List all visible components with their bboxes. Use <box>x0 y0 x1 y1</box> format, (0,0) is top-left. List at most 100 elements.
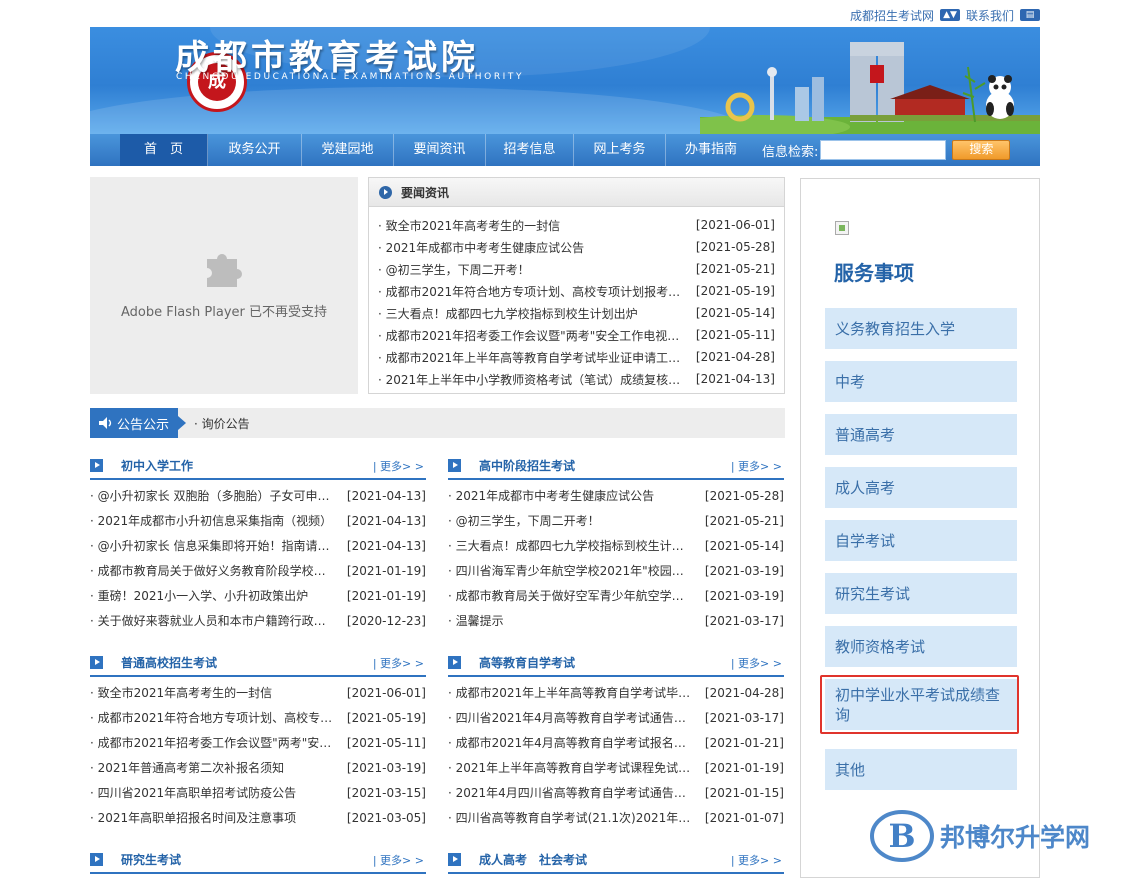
news-item[interactable]: · 成都市2021年招考委工作会议暨"两考"安全工作电视电... [2021-05… <box>378 324 775 346</box>
list-item-title[interactable]: · 四川省海军青少年航空学校2021年"校园开... <box>448 562 692 579</box>
notice-item-link[interactable]: · 询价公告 <box>194 415 250 432</box>
news-item-title[interactable]: · 成都市2021年上半年高等教育自学考试毕业证申请工作... <box>378 349 688 366</box>
news-item[interactable]: · @初三学生，下周二开考！ [2021-05-21] <box>378 258 775 280</box>
list-item-title[interactable]: · 温馨提示 <box>448 612 504 629</box>
list-item[interactable]: · @小升初家长 双胞胎（多胞胎）子女可申请... [2021-04-13] <box>90 483 426 508</box>
list-item-title[interactable]: · 四川省高等教育自学考试(21.1次)2021年4... <box>448 809 692 826</box>
list-item[interactable]: · 成都市2021年符合地方专项计划、高校专项... [2021-05-19] <box>90 705 426 730</box>
list-item[interactable]: · 四川省2021年4月高等教育自学考试通告（... [2021-03-17] <box>448 705 784 730</box>
more-link[interactable]: | 更多> > <box>373 655 424 671</box>
service-gaokao[interactable]: 普通高考 <box>825 414 1017 455</box>
news-item-title[interactable]: · 2021年成都市中考考生健康应试公告 <box>378 239 584 256</box>
contact-link[interactable]: 联系我们 <box>966 7 1014 24</box>
list-item[interactable]: · 温馨提示 [2021-03-17] <box>448 608 784 633</box>
list-item-title[interactable]: · 致全市2021年高考考生的一封信 <box>90 684 272 701</box>
list-item-title[interactable]: · 成都市教育局关于做好空军青少年航空学校... <box>448 587 692 604</box>
search-button[interactable]: 搜索 <box>952 140 1011 160</box>
list-item[interactable]: · 四川省海军青少年航空学校2021年"校园开... [2021-03-19] <box>448 558 784 583</box>
service-other[interactable]: 其他 <box>825 749 1017 790</box>
list-item[interactable]: · 成都市2021年上半年高等教育自学考试毕业... [2021-04-28] <box>448 680 784 705</box>
list-item-title[interactable]: · @小升初家长 双胞胎（多胞胎）子女可申请... <box>90 487 334 504</box>
recruit-site-link[interactable]: 成都招生考试网 <box>850 7 934 24</box>
news-item-title[interactable]: · 成都市2021年符合地方专项计划、高校专项计划报考条... <box>378 283 688 300</box>
news-item[interactable]: · 成都市2021年上半年高等教育自学考试毕业证申请工作... [2021-04-… <box>378 346 775 368</box>
category-title[interactable]: 高中阶段招生考试 <box>479 457 575 474</box>
list-item[interactable]: · 2021年上半年高等教育自学考试课程免试、... [2021-01-19] <box>448 755 784 780</box>
list-item[interactable]: · 成都市2021年4月高等教育自学考试报名工... [2021-01-21] <box>448 730 784 755</box>
nav-home[interactable]: 首 页 <box>120 134 208 166</box>
news-item[interactable]: · 2021年成都市中考考生健康应试公告 [2021-05-28] <box>378 236 775 258</box>
list-item-title[interactable]: · 四川省2021年4月高等教育自学考试通告（... <box>448 709 692 726</box>
news-item-title[interactable]: · 成都市2021年招考委工作会议暨"两考"安全工作电视电... <box>378 327 688 344</box>
service-zhongkao[interactable]: 中考 <box>825 361 1017 402</box>
news-item-title[interactable]: · 2021年上半年中小学教师资格考试（笔试）成绩复核工... <box>378 371 688 388</box>
contact-card-icon[interactable]: ▤ <box>1020 9 1040 21</box>
list-item[interactable]: · 致全市2021年高考考生的一封信 [2021-06-01] <box>90 680 426 705</box>
nav-service-guide[interactable]: 办事指南 <box>666 134 756 166</box>
nav-news[interactable]: 要闻资讯 <box>394 134 486 166</box>
more-link[interactable]: | 更多> > <box>731 852 782 868</box>
list-item[interactable]: · 2021年成都市中考考生健康应试公告 [2021-05-28] <box>448 483 784 508</box>
list-item-title[interactable]: · 2021年成都市小升初信息采集指南（视频） <box>90 512 332 529</box>
list-item[interactable]: · 重磅！2021小一入学、小升初政策出炉 [2021-01-19] <box>90 583 426 608</box>
list-item[interactable]: · @小升初家长 信息采集即将开始！指南请收... [2021-04-13] <box>90 533 426 558</box>
news-panel-title[interactable]: 要闻资讯 <box>401 184 449 201</box>
category-title[interactable]: 高等教育自学考试 <box>479 654 575 671</box>
nav-exam-info[interactable]: 招考信息 <box>486 134 574 166</box>
category-title[interactable]: 初中入学工作 <box>121 457 193 474</box>
list-item-title[interactable]: · @小升初家长 信息采集即将开始！指南请收... <box>90 537 334 554</box>
list-item[interactable]: · 成都市教育局关于做好空军青少年航空学校... [2021-03-19] <box>448 583 784 608</box>
list-item[interactable]: · 2021年4月四川省高等教育自学考试通告（... [2021-01-15] <box>448 780 784 805</box>
list-item[interactable]: · 关于做好来蓉就业人员和本市户籍跨行政区... [2020-12-23] <box>90 608 426 633</box>
list-item[interactable]: · 2021年普通高考第二次补报名须知 [2021-03-19] <box>90 755 426 780</box>
list-item[interactable]: · 三大看点！成都四七九学校指标到校生计划... [2021-05-14] <box>448 533 784 558</box>
service-graduate-exam[interactable]: 研究生考试 <box>825 573 1017 614</box>
category-title[interactable]: 普通高校招生考试 <box>121 654 217 671</box>
news-item[interactable]: · 2021年上半年中小学教师资格考试（笔试）成绩复核工... [2021-04-… <box>378 368 775 390</box>
list-item[interactable]: · 四川省2021年高职单招考试防疫公告 [2021-03-15] <box>90 780 426 805</box>
nav-online-exam-services[interactable]: 网上考务 <box>574 134 666 166</box>
list-item[interactable]: · @初三学生，下周二开考！ [2021-05-21] <box>448 508 784 533</box>
list-item-title[interactable]: · 2021年4月四川省高等教育自学考试通告（... <box>448 784 692 801</box>
news-item-title[interactable]: · @初三学生，下周二开考！ <box>378 261 530 278</box>
service-compulsory-education[interactable]: 义务教育招生入学 <box>825 308 1017 349</box>
list-item-title[interactable]: · 成都市教育局关于做好义务教育阶段学校招... <box>90 562 334 579</box>
list-item-title[interactable]: · 成都市2021年符合地方专项计划、高校专项... <box>90 709 334 726</box>
list-item-title[interactable]: · 2021年成都市中考考生健康应试公告 <box>448 487 654 504</box>
list-item-title[interactable]: · 成都市2021年上半年高等教育自学考试毕业... <box>448 684 692 701</box>
category-title[interactable]: 成人高考 社会考试 <box>479 851 587 868</box>
list-item[interactable]: · 2021年成都市小升初信息采集指南（视频） [2021-04-13] <box>90 508 426 533</box>
service-adult-gaokao[interactable]: 成人高考 <box>825 467 1017 508</box>
list-item-title[interactable]: · @初三学生，下周二开考！ <box>448 512 600 529</box>
category-title[interactable]: 研究生考试 <box>121 851 181 868</box>
list-item-title[interactable]: · 四川省2021年高职单招考试防疫公告 <box>90 784 296 801</box>
news-item[interactable]: · 致全市2021年高考考生的一封信 [2021-06-01] <box>378 214 775 236</box>
list-item[interactable]: · 2021年高职单招报名时间及注意事项 [2021-03-05] <box>90 805 426 830</box>
news-item[interactable]: · 三大看点！成都四七九学校指标到校生计划出炉 [2021-05-14] <box>378 302 775 324</box>
more-link[interactable]: | 更多> > <box>373 458 424 474</box>
list-item-title[interactable]: · 成都市2021年招考委工作会议暨"两考"安全... <box>90 734 334 751</box>
notice-tab[interactable]: 公告公示 <box>90 408 186 438</box>
more-link[interactable]: | 更多> > <box>731 458 782 474</box>
list-item[interactable]: · 成都市2021年招考委工作会议暨"两考"安全... [2021-05-11] <box>90 730 426 755</box>
list-item-title[interactable]: · 成都市2021年4月高等教育自学考试报名工... <box>448 734 692 751</box>
more-link[interactable]: | 更多> > <box>373 852 424 868</box>
list-item-title[interactable]: · 2021年高职单招报名时间及注意事项 <box>90 809 296 826</box>
list-item-title[interactable]: · 三大看点！成都四七九学校指标到校生计划... <box>448 537 692 554</box>
news-item-title[interactable]: · 三大看点！成都四七九学校指标到校生计划出炉 <box>378 305 638 322</box>
more-link[interactable]: | 更多> > <box>731 655 782 671</box>
nav-party-building[interactable]: 党建园地 <box>302 134 394 166</box>
service-self-study-exam[interactable]: 自学考试 <box>825 520 1017 561</box>
service-teacher-qualification[interactable]: 教师资格考试 <box>825 626 1017 667</box>
list-item-title[interactable]: · 关于做好来蓉就业人员和本市户籍跨行政区... <box>90 612 334 629</box>
list-item-title[interactable]: · 2021年普通高考第二次补报名须知 <box>90 759 284 776</box>
news-item-title[interactable]: · 致全市2021年高考考生的一封信 <box>378 217 560 234</box>
list-item-title[interactable]: · 重磅！2021小一入学、小升初政策出炉 <box>90 587 308 604</box>
news-item[interactable]: · 成都市2021年符合地方专项计划、高校专项计划报考条... [2021-05-… <box>378 280 775 302</box>
search-input[interactable] <box>820 140 947 160</box>
list-item-title[interactable]: · 2021年上半年高等教育自学考试课程免试、... <box>448 759 692 776</box>
nav-government-affairs[interactable]: 政务公开 <box>208 134 302 166</box>
list-item[interactable]: · 成都市教育局关于做好义务教育阶段学校招... [2021-01-19] <box>90 558 426 583</box>
list-item[interactable]: · 四川省高等教育自学考试(21.1次)2021年4... [2021-01-07… <box>448 805 784 830</box>
user-icon[interactable]: ▲▼ <box>939 9 960 21</box>
